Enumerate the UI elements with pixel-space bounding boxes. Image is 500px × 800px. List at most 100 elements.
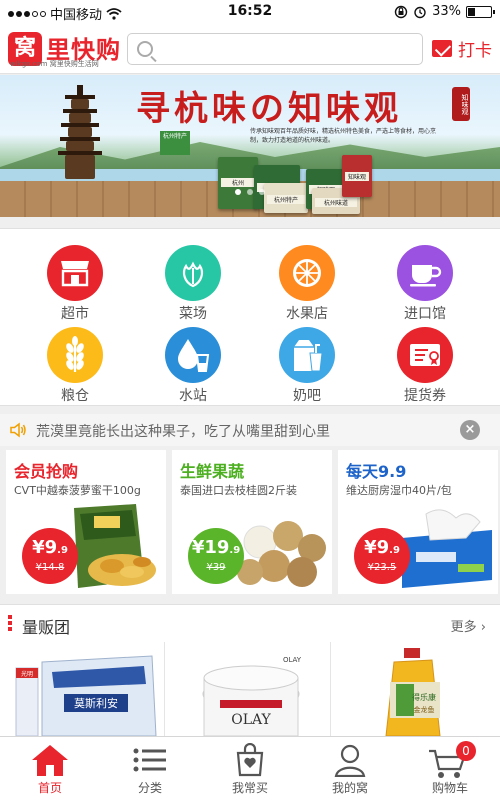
checkin-icon bbox=[432, 40, 452, 57]
promo-banner[interactable]: 寻杭味の知味观 知味观 杭州特产 传承知味观百年品质好味，精选杭州特色美食，严选… bbox=[0, 75, 500, 217]
tab-label: 购物车 bbox=[431, 781, 468, 795]
category-icon-circle bbox=[279, 327, 335, 383]
product-tile[interactable]: 得乐康 金龙鱼 bbox=[332, 642, 497, 736]
checkin-label: 打卡 bbox=[458, 41, 492, 61]
milk-carton-icon bbox=[294, 340, 323, 372]
promo-description: 维达厨房湿巾40片/包 bbox=[346, 484, 452, 497]
speaker-icon bbox=[10, 422, 26, 438]
category-label: 菜场 bbox=[179, 306, 207, 322]
wet-wipes-image bbox=[402, 509, 492, 588]
category-label: 超市 bbox=[61, 306, 89, 322]
dried-jackfruit-image bbox=[74, 504, 156, 588]
original-price: ¥14.8 bbox=[35, 562, 65, 573]
vegetable-icon bbox=[182, 261, 204, 288]
longan-image bbox=[237, 521, 326, 587]
group-buy-products: 莫斯利安 光明 OLAY OLAY 得乐康 金龙鱼 bbox=[0, 642, 500, 736]
category-pickup-voucher[interactable]: 提货券 bbox=[370, 327, 480, 407]
battery-icon bbox=[466, 5, 495, 18]
news-ticker[interactable]: 荒漠里竟能长出这种果子，吃了从嘴里甜到心里 × bbox=[0, 414, 500, 446]
promo-title: 会员抢购 bbox=[14, 462, 79, 481]
milk-box-image: 莫斯利安 光明 bbox=[15, 655, 157, 736]
category-icon-circle bbox=[165, 245, 221, 301]
category-label: 粮仓 bbox=[61, 388, 89, 404]
chevron-right-icon: › bbox=[480, 620, 486, 635]
top-header: 窝 里快购 wlkgo.com 窝里快购生活网 打卡 bbox=[0, 24, 500, 74]
user-icon bbox=[334, 744, 366, 777]
current-price-decimal: .9 bbox=[389, 545, 400, 556]
category-import-hall[interactable]: 进口馆 bbox=[370, 245, 480, 325]
category-milk-bar[interactable]: 奶吧 bbox=[252, 327, 362, 407]
category-label: 奶吧 bbox=[293, 388, 321, 404]
tab-frequent-buys[interactable]: 我常买 bbox=[200, 737, 300, 800]
home-icon bbox=[32, 745, 68, 776]
logo-subtitle: wlkgo.com 窝里快购生活网 bbox=[10, 60, 99, 68]
category-icon-circle bbox=[397, 245, 453, 301]
category-supermarket[interactable]: 超市 bbox=[20, 245, 130, 325]
product-tile[interactable]: 莫斯利安 光明 bbox=[0, 642, 165, 736]
close-icon[interactable]: × bbox=[460, 420, 480, 440]
category-icon-circle bbox=[165, 327, 221, 383]
category-granary[interactable]: 粮仓 bbox=[20, 327, 130, 407]
original-price: ¥39 bbox=[206, 562, 226, 573]
promo-card-member-flash[interactable]: 会员抢购 CVT中越泰菠萝蜜干100g ¥9.9 ¥14.8 bbox=[6, 450, 166, 594]
category-grid: 超市 菜场 水果店 进口馆 粮仓 水站 奶吧 提货券 bbox=[0, 228, 500, 406]
tab-my-nest[interactable]: 我的窝 bbox=[300, 737, 400, 800]
brand-logo[interactable]: 窝 里快购 wlkgo.com 窝里快购生活网 bbox=[8, 28, 124, 70]
current-price-decimal: .9 bbox=[229, 545, 241, 556]
search-input[interactable] bbox=[162, 34, 412, 64]
current-price: ¥9 bbox=[364, 537, 390, 558]
more-label: 更多 bbox=[450, 620, 477, 635]
promo-card-daily-9-9[interactable]: 每天9.9 维达厨房湿巾40片/包 ¥9.9 ¥23.5 bbox=[338, 450, 498, 594]
promo-title: 生鲜果蔬 bbox=[180, 462, 245, 481]
tab-label: 我的窝 bbox=[331, 781, 368, 795]
banner-title: 寻杭味の知味观 bbox=[136, 89, 402, 129]
section-title: 量贩团 bbox=[22, 618, 71, 637]
promo-description: 泰国进口去枝桂圆2斤装 bbox=[180, 484, 297, 497]
checkin-button[interactable]: 打卡 bbox=[432, 36, 492, 61]
banner-pagination[interactable] bbox=[0, 189, 500, 195]
product-name: 金龙鱼 bbox=[414, 705, 435, 714]
system-indicators: 33% bbox=[394, 4, 495, 19]
category-water-station[interactable]: 水站 bbox=[138, 327, 248, 407]
banner-seal: 知味观 bbox=[452, 87, 470, 121]
current-price-decimal: .9 bbox=[57, 545, 68, 556]
category-fruit-shop[interactable]: 水果店 bbox=[252, 245, 362, 325]
product-brand: 光明 bbox=[21, 670, 33, 678]
banner-badge: 杭州特产 bbox=[160, 131, 190, 155]
more-link[interactable]: 更多 › bbox=[451, 616, 486, 635]
tab-categories[interactable]: 分类 bbox=[100, 737, 200, 800]
search-icon bbox=[137, 41, 153, 57]
category-label: 水站 bbox=[179, 388, 207, 404]
price-badge: ¥9.9 ¥14.8 bbox=[22, 528, 78, 584]
promo-card-fresh-produce[interactable]: 生鲜果蔬 泰国进口去枝桂圆2斤装 ¥19.9 ¥39 bbox=[172, 450, 332, 594]
tab-cart[interactable]: 0 购物车 bbox=[400, 737, 500, 800]
shopping-bag-icon bbox=[236, 743, 264, 777]
olay-cream-image: OLAY OLAY bbox=[202, 656, 302, 736]
app-screen: 中国移动 16:52 33% 窝 里快购 wlkgo.com 窝里快购生活网 打… bbox=[0, 0, 500, 800]
voucher-icon bbox=[410, 344, 440, 366]
original-price: ¥23.5 bbox=[367, 562, 397, 573]
bottom-tab-bar: 首页 分类 我常买 我的窝 0 购物车 bbox=[0, 736, 500, 800]
tab-home[interactable]: 首页 bbox=[0, 737, 100, 800]
wheat-icon bbox=[66, 336, 84, 372]
tab-label: 分类 bbox=[137, 781, 162, 795]
cooking-oil-image: 得乐康 金龙鱼 bbox=[385, 648, 441, 736]
battery-percent: 33% bbox=[432, 4, 461, 19]
category-icon-circle bbox=[47, 327, 103, 383]
alarm-icon bbox=[414, 6, 426, 18]
section-header-group-buy: 量贩团 更多 › bbox=[0, 604, 500, 642]
product-tile[interactable]: OLAY OLAY bbox=[166, 642, 331, 736]
search-box[interactable] bbox=[127, 33, 423, 65]
product-name: OLAY bbox=[283, 656, 302, 664]
list-icon bbox=[133, 748, 166, 772]
category-vegetable-market[interactable]: 菜场 bbox=[138, 245, 248, 325]
cart-count-badge: 0 bbox=[456, 741, 476, 761]
category-label: 提货券 bbox=[404, 388, 446, 404]
price-badge: ¥19.9 ¥39 bbox=[188, 528, 244, 584]
banner-copy: 传承知味观百年品质好味，精选杭州特色美食，严选上等食材，用心烹制，致力打造地道的… bbox=[250, 128, 437, 144]
promo-title: 每天9.9 bbox=[346, 462, 407, 481]
news-headline[interactable]: 荒漠里竟能长出这种果子，吃了从嘴里甜到心里 bbox=[36, 421, 330, 441]
category-icon-circle bbox=[397, 327, 453, 383]
tab-label: 首页 bbox=[37, 781, 62, 795]
current-price: ¥19 bbox=[191, 537, 230, 558]
